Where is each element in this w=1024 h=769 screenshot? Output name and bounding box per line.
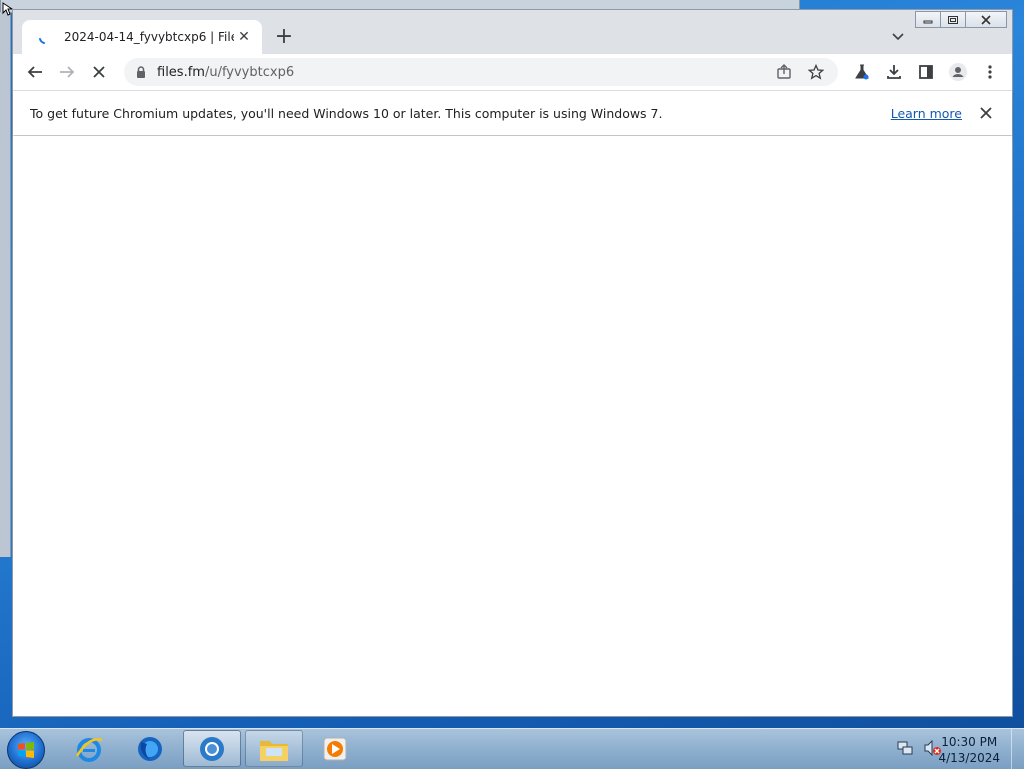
restore-button[interactable]	[940, 11, 966, 28]
labs-icon[interactable]	[846, 56, 878, 88]
download-icon[interactable]	[878, 56, 910, 88]
infobar-message: To get future Chromium updates, you'll n…	[30, 105, 663, 121]
system-tray	[896, 739, 942, 757]
file-explorer-icon[interactable]	[245, 730, 303, 767]
minimize-button[interactable]	[915, 11, 941, 28]
chromium-icon[interactable]	[183, 730, 241, 767]
internet-explorer-icon[interactable]	[60, 730, 118, 767]
background-window-edge	[0, 12, 11, 557]
window-controls	[915, 11, 1007, 28]
forward-icon[interactable]	[51, 56, 83, 88]
close-window-button[interactable]	[965, 11, 1007, 28]
windows-logo-icon	[18, 742, 34, 758]
tab-strip: 2024-04-14_fyvybtcxp6 | Files.fm ✕ +	[13, 10, 1012, 54]
lock-icon[interactable]	[134, 65, 148, 79]
taskbar: 10:30 PM 4/13/2024	[0, 728, 1024, 769]
url-host: files.fm	[157, 64, 205, 80]
url-text[interactable]: files.fm/u/fyvybtcxp6	[157, 65, 294, 80]
back-icon[interactable]	[19, 56, 51, 88]
tab-active[interactable]: 2024-04-14_fyvybtcxp6 | Files.fm ✕	[22, 20, 262, 54]
clock-time: 10:30 PM	[941, 735, 998, 749]
tab-search-chevron-icon[interactable]	[888, 27, 908, 47]
page-content[interactable]	[13, 136, 1012, 716]
loading-spinner-icon	[39, 38, 45, 44]
toolbar-right-icons	[846, 56, 1006, 88]
stop-loading-icon[interactable]	[83, 56, 115, 88]
network-icon[interactable]	[896, 739, 914, 757]
start-orb[interactable]	[7, 731, 45, 769]
url-path: /u/fyvybtcxp6	[204, 64, 295, 80]
menu-icon[interactable]	[974, 56, 1006, 88]
firefox-icon[interactable]	[121, 730, 179, 767]
share-icon[interactable]	[768, 58, 800, 86]
taskbar-clock[interactable]: 10:30 PM 4/13/2024	[938, 734, 1000, 766]
side-panel-icon[interactable]	[910, 56, 942, 88]
show-desktop-button[interactable]	[1011, 729, 1024, 769]
browser-window: 2024-04-14_fyvybtcxp6 | Files.fm ✕ +	[12, 9, 1013, 717]
update-infobar: To get future Chromium updates, you'll n…	[13, 90, 1012, 135]
learn-more-link[interactable]: Learn more	[891, 106, 962, 121]
infobar-close-icon[interactable]	[976, 103, 996, 123]
address-bar[interactable]: files.fm/u/fyvybtcxp6	[124, 58, 838, 86]
tab-close-icon[interactable]: ✕	[234, 27, 254, 47]
tab-title: 2024-04-14_fyvybtcxp6 | Files.fm	[64, 30, 234, 44]
clock-date: 4/13/2024	[938, 751, 1000, 765]
profile-icon[interactable]	[942, 56, 974, 88]
star-icon[interactable]	[800, 58, 832, 86]
browser-toolbar: files.fm/u/fyvybtcxp6	[13, 54, 1012, 90]
new-tab-button[interactable]: +	[273, 26, 295, 48]
media-player-icon[interactable]	[306, 730, 364, 767]
